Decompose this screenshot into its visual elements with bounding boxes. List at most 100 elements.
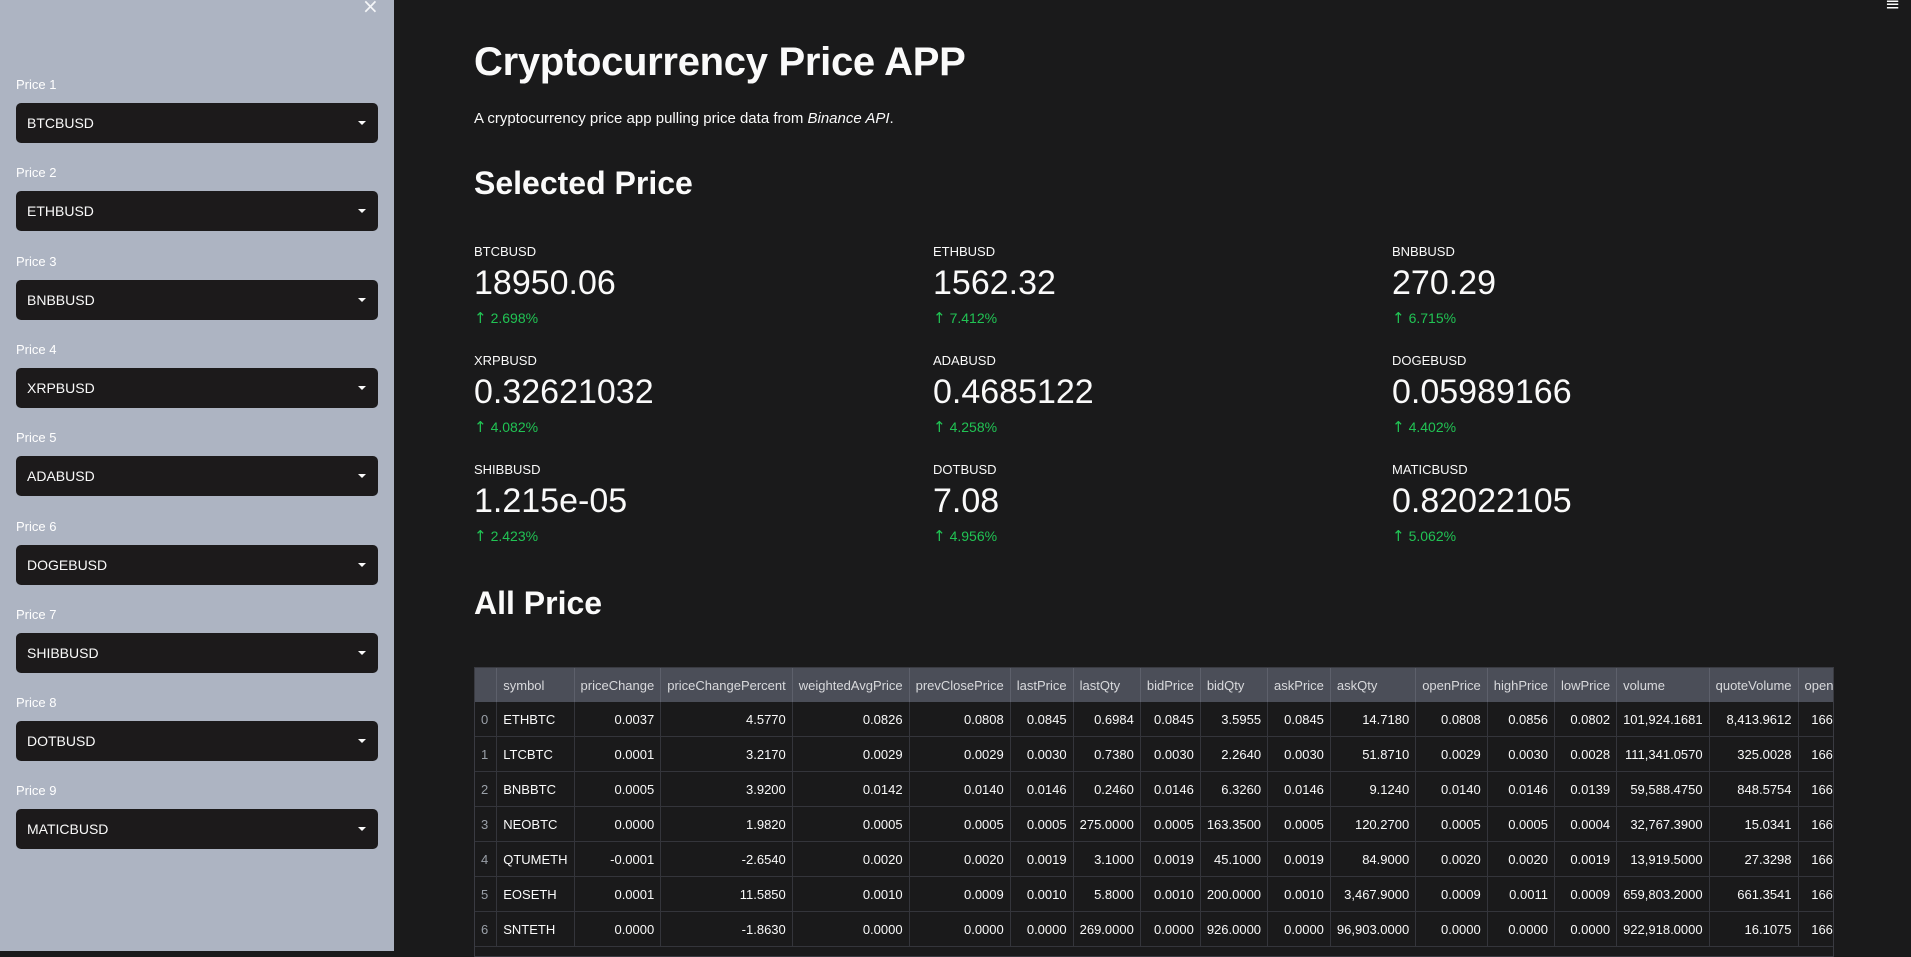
table-cell[interactable]: 0.0029: [909, 736, 1011, 772]
table-cell[interactable]: 0.2460: [1073, 771, 1141, 807]
table-cell[interactable]: -1.8630: [660, 911, 793, 947]
table-cell[interactable]: 0.0000: [792, 911, 910, 947]
chevron-down-icon[interactable]: [358, 385, 366, 390]
table-cell[interactable]: 0.0030: [1140, 736, 1201, 772]
table-cell[interactable]: 922,918.0000: [1616, 911, 1710, 947]
price-select-9[interactable]: MATICBUSD: [16, 809, 378, 850]
table-cell[interactable]: 0.0139: [1554, 771, 1618, 807]
table-row[interactable]: 5 EOSETH 0.0001 11.5850 0.0010 0.0009 0.0010 5.…: [475, 876, 1833, 912]
table-cell[interactable]: 0.0845: [1267, 702, 1331, 737]
close-sidebar-icon[interactable]: ×: [362, 0, 379, 18]
table-cell[interactable]: 0.0009: [909, 876, 1011, 912]
table-cell[interactable]: 1662517: [1798, 771, 1833, 807]
main-menu-icon[interactable]: ≡: [1885, 0, 1900, 15]
table-cell[interactable]: 0.0020: [909, 841, 1011, 877]
table-cell[interactable]: 0.0019: [1140, 841, 1201, 877]
table-cell[interactable]: 13,919.5000: [1616, 841, 1710, 877]
table-cell[interactable]: 0.0000: [574, 911, 662, 947]
table-cell[interactable]: 659,803.2000: [1616, 876, 1710, 912]
table-cell[interactable]: 200.0000: [1200, 876, 1269, 912]
table-cell[interactable]: 0.0020: [792, 841, 910, 877]
table-cell[interactable]: 0.0029: [792, 736, 910, 772]
table-cell[interactable]: 269.0000: [1073, 911, 1141, 947]
table-cell[interactable]: 96,903.0000: [1330, 911, 1417, 947]
price-select-4[interactable]: XRPBUSD: [16, 367, 378, 408]
table-cell[interactable]: 2.2640: [1200, 736, 1269, 772]
table-cell[interactable]: 926.0000: [1200, 911, 1269, 947]
table-cell[interactable]: 0.0000: [1487, 911, 1555, 947]
table-cell[interactable]: 0.7380: [1073, 736, 1141, 772]
table-cell[interactable]: 120.2700: [1330, 806, 1417, 842]
table-cell[interactable]: SNTETH: [496, 911, 575, 947]
table-cell[interactable]: 8,413.9612: [1709, 702, 1799, 737]
table-cell[interactable]: ETHBTC: [496, 702, 575, 737]
table-cell[interactable]: 3.9200: [660, 771, 793, 807]
chevron-down-icon[interactable]: [358, 739, 366, 744]
column-header[interactable]: openTime: [1798, 668, 1833, 702]
chevron-down-icon[interactable]: [358, 209, 366, 214]
table-cell[interactable]: 0.0030: [1487, 736, 1555, 772]
table-cell[interactable]: 0.6984: [1073, 702, 1141, 737]
table-cell[interactable]: 16.1075: [1709, 911, 1799, 947]
chevron-down-icon[interactable]: [358, 297, 366, 302]
table-row[interactable]: 6 SNTETH 0.0000 -1.8630 0.0000 0.0000 0.0000 26…: [475, 911, 1833, 947]
table-cell[interactable]: 325.0028: [1709, 736, 1799, 772]
price-select-2[interactable]: ETHBUSD: [16, 191, 378, 232]
column-header[interactable]: lastQty: [1073, 668, 1141, 702]
table-cell[interactable]: 275.0000: [1073, 806, 1141, 842]
table-cell[interactable]: 0.0010: [1140, 876, 1201, 912]
table-cell[interactable]: 0.0140: [1415, 771, 1488, 807]
chevron-down-icon[interactable]: [358, 650, 366, 655]
table-cell[interactable]: 0.0010: [792, 876, 910, 912]
table-cell[interactable]: 0.0146: [1010, 771, 1074, 807]
table-cell[interactable]: 0.0004: [1554, 806, 1618, 842]
price-select-8[interactable]: DOTBUSD: [16, 721, 378, 762]
table-cell[interactable]: 0.0005: [1487, 806, 1555, 842]
column-header[interactable]: prevClosePrice: [909, 668, 1011, 702]
table-cell[interactable]: 0.0005: [1140, 806, 1201, 842]
chevron-down-icon[interactable]: [358, 562, 366, 567]
table-row[interactable]: 1 LTCBTC 0.0001 3.2170 0.0029 0.0029 0.0030 0.7…: [475, 736, 1833, 772]
table-cell[interactable]: 1662517: [1798, 841, 1833, 877]
table-cell[interactable]: 848.5754: [1709, 771, 1799, 807]
table-cell[interactable]: 0.0001: [574, 736, 662, 772]
table-cell[interactable]: 1662517: [1798, 806, 1833, 842]
table-cell[interactable]: 9.1240: [1330, 771, 1417, 807]
table-cell[interactable]: 0.0856: [1487, 702, 1555, 737]
row-index[interactable]: 5: [475, 876, 498, 912]
table-cell[interactable]: 51.8710: [1330, 736, 1417, 772]
table-cell[interactable]: 0.0009: [1554, 876, 1618, 912]
table-cell[interactable]: 45.1000: [1200, 841, 1269, 877]
price-select-5[interactable]: ADABUSD: [16, 456, 378, 497]
table-cell[interactable]: 163.3500: [1200, 806, 1269, 842]
table-cell[interactable]: 3.2170: [660, 736, 793, 772]
price-select-7[interactable]: SHIBBUSD: [16, 632, 378, 673]
table-cell[interactable]: 0.0146: [1140, 771, 1201, 807]
table-cell[interactable]: 0.0030: [1267, 736, 1331, 772]
table-cell[interactable]: 0.0845: [1010, 702, 1074, 737]
table-cell[interactable]: 0.0146: [1487, 771, 1555, 807]
column-header[interactable]: askPrice: [1267, 668, 1331, 702]
column-header[interactable]: quoteVolume: [1709, 668, 1799, 702]
price-select-6[interactable]: DOGEBUSD: [16, 544, 378, 585]
table-cell[interactable]: 1662517: [1798, 911, 1833, 947]
table-cell[interactable]: 0.0826: [792, 702, 910, 737]
row-index[interactable]: 0: [475, 702, 498, 737]
table-cell[interactable]: 0.0029: [1415, 736, 1488, 772]
column-header[interactable]: priceChangePercent: [660, 668, 793, 702]
row-index[interactable]: 4: [475, 841, 498, 877]
table-cell[interactable]: 27.3298: [1709, 841, 1799, 877]
table-cell[interactable]: 1662517: [1798, 876, 1833, 912]
table-cell[interactable]: 0.0020: [1415, 841, 1488, 877]
table-cell[interactable]: 0.0010: [1267, 876, 1331, 912]
table-cell[interactable]: 0.0005: [1010, 806, 1074, 842]
table-cell[interactable]: 59,588.4750: [1616, 771, 1710, 807]
table-cell[interactable]: 0.0000: [1010, 911, 1074, 947]
table-cell[interactable]: 0.0000: [574, 806, 662, 842]
all-price-table[interactable]: symbol priceChange priceChangePercent weigh…: [474, 667, 1834, 957]
table-cell[interactable]: 0.0808: [1415, 702, 1488, 737]
table-cell[interactable]: 5.8000: [1073, 876, 1141, 912]
table-cell[interactable]: NEOBTC: [496, 806, 575, 842]
table-cell[interactable]: QTUMETH: [496, 841, 575, 877]
table-cell[interactable]: 0.0802: [1554, 702, 1618, 737]
